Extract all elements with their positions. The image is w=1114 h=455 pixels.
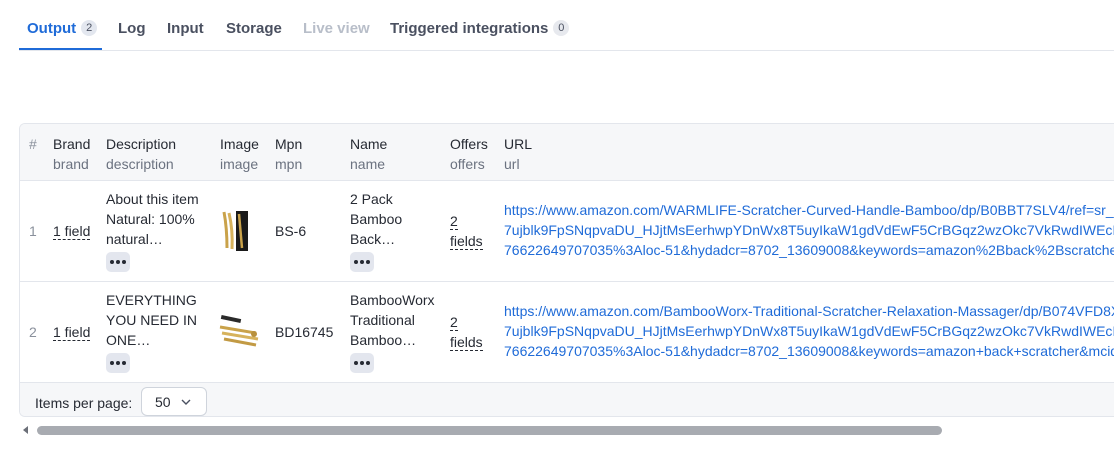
description-line: ONE…	[106, 332, 151, 348]
description-line: About this item	[106, 191, 199, 207]
column-header-index-label: #	[29, 136, 37, 152]
offers-cell: 2 fields	[450, 312, 483, 352]
column-header-name-label: Name	[350, 136, 388, 152]
tab-storage[interactable]: Storage	[226, 19, 282, 37]
url-line: 76622649707035%3Aloc-51&hydadcr=8702_136…	[504, 343, 1114, 359]
url-cell[interactable]: https://www.amazon.com/WARMLIFE-Scratche…	[504, 200, 1114, 260]
column-header-index: #	[29, 134, 37, 154]
table-row: 2 1 field EVERYTHING YOU NEED IN ONE… BD…	[20, 282, 1114, 383]
horizontal-scrollbar-thumb[interactable]	[37, 426, 942, 435]
tab-triggered-integrations[interactable]: Triggered integrations 0	[390, 19, 570, 37]
row-index: 2	[29, 324, 37, 340]
description-line: EVERYTHING	[106, 292, 197, 308]
tab-output-count-badge: 2	[81, 20, 98, 36]
product-image	[219, 314, 259, 347]
column-header-image-label: Image	[220, 136, 259, 152]
expand-name-button[interactable]	[350, 252, 374, 272]
name-line: Bamboo…	[350, 332, 417, 348]
output-table: # Brand brand Description description Im…	[19, 123, 1114, 417]
column-header-image[interactable]: Image image	[220, 134, 259, 174]
column-header-description-label: Description	[106, 136, 177, 152]
tab-live-view: Live view	[303, 19, 370, 37]
column-header-offers-key: offers	[450, 156, 485, 172]
column-header-mpn-key: mpn	[275, 156, 303, 172]
column-header-offers-label: Offers	[450, 136, 488, 152]
column-header-name-key: name	[350, 156, 386, 172]
offers-field-count[interactable]: 2	[450, 213, 458, 230]
offers-field-label[interactable]: fields	[450, 334, 483, 351]
items-per-page-select[interactable]: 50	[141, 387, 207, 416]
expand-description-button[interactable]	[106, 353, 130, 373]
row-index: 1	[29, 223, 37, 239]
column-header-mpn[interactable]: Mpn mpn	[275, 134, 302, 174]
column-header-image-key: image	[220, 156, 259, 172]
tab-storage-label: Storage	[226, 19, 282, 37]
brand-field-link[interactable]: 1 field	[53, 223, 91, 240]
mpn-cell: BD16745	[275, 324, 334, 340]
name-line: Traditional	[350, 312, 415, 328]
name-line: Bamboo	[350, 211, 403, 227]
name-line: BambooWorx	[350, 292, 435, 308]
offers-cell: 2 fields	[450, 211, 483, 251]
column-header-mpn-label: Mpn	[275, 136, 303, 152]
name-cell: BambooWorx Traditional Bamboo…	[350, 290, 435, 373]
column-header-brand[interactable]: Brand brand	[53, 134, 90, 174]
name-line: Back…	[350, 231, 396, 247]
items-per-page-value: 50	[155, 393, 171, 410]
expand-name-button[interactable]	[350, 353, 374, 373]
description-line: YOU NEED IN	[106, 312, 198, 328]
url-line: 7ujblk9FpSNqpvaDU_HJjtMsEerhwpYDnWx8T5uy…	[504, 222, 1114, 238]
url-line: https://www.amazon.com/WARMLIFE-Scratche…	[504, 202, 1114, 218]
active-tab-indicator	[19, 48, 102, 50]
column-header-description[interactable]: Description description	[106, 134, 176, 174]
column-header-url-label: URL	[504, 136, 533, 152]
product-image	[222, 211, 248, 251]
tab-log-label: Log	[118, 19, 146, 37]
tab-log[interactable]: Log	[118, 19, 146, 37]
column-header-name[interactable]: Name name	[350, 134, 387, 174]
tab-output[interactable]: Output 2	[27, 19, 98, 37]
offers-field-count[interactable]: 2	[450, 314, 458, 331]
name-cell: 2 Pack Bamboo Back…	[350, 189, 402, 272]
tab-input-label: Input	[167, 19, 204, 37]
tab-input[interactable]: Input	[167, 19, 204, 37]
brand-cell: 1 field	[53, 221, 91, 241]
offers-field-label[interactable]: fields	[450, 233, 483, 250]
tab-triggered-integrations-label: Triggered integrations	[390, 19, 549, 37]
brand-field-link[interactable]: 1 field	[53, 324, 91, 341]
description-line: Natural: 100%	[106, 211, 195, 227]
tab-bar: Output 2 Log Input Storage Live view Tri…	[19, 0, 1114, 51]
description-line: natural…	[106, 231, 163, 247]
table-header: # Brand brand Description description Im…	[20, 124, 1114, 181]
name-line: 2 Pack	[350, 191, 393, 207]
url-line: 7ujblk9FpSNqpvaDU_HJjtMsEerhwpYDnWx8T5uy…	[504, 323, 1114, 339]
column-header-description-key: description	[106, 156, 174, 172]
items-per-page-label: Items per page:	[35, 395, 133, 411]
tab-output-label: Output	[27, 19, 77, 37]
url-line: 76622649707035%3Aloc-51&hydadcr=8702_136…	[504, 242, 1114, 258]
brand-cell: 1 field	[53, 322, 91, 342]
column-header-brand-label: Brand	[53, 136, 91, 152]
tab-triggered-integrations-count-badge: 0	[553, 20, 570, 36]
url-cell[interactable]: https://www.amazon.com/BambooWorx-Tradit…	[504, 301, 1114, 361]
description-cell: EVERYTHING YOU NEED IN ONE…	[106, 290, 197, 373]
column-header-offers[interactable]: Offers offers	[450, 134, 488, 174]
column-header-url[interactable]: URL url	[504, 134, 532, 174]
description-cell: About this item Natural: 100% natural…	[106, 189, 199, 272]
url-line: https://www.amazon.com/BambooWorx-Tradit…	[504, 303, 1114, 319]
column-header-brand-key: brand	[53, 156, 89, 172]
column-header-url-key: url	[504, 156, 520, 172]
tab-live-view-label: Live view	[303, 19, 370, 37]
mpn-cell: BS-6	[275, 223, 307, 239]
table-row: 1 1 field About this item Natural: 100% …	[20, 181, 1114, 282]
chevron-down-icon	[181, 399, 191, 405]
table-footer: Items per page: 50	[20, 383, 1114, 416]
expand-description-button[interactable]	[106, 252, 130, 272]
scroll-left-arrow-icon[interactable]	[23, 426, 28, 434]
